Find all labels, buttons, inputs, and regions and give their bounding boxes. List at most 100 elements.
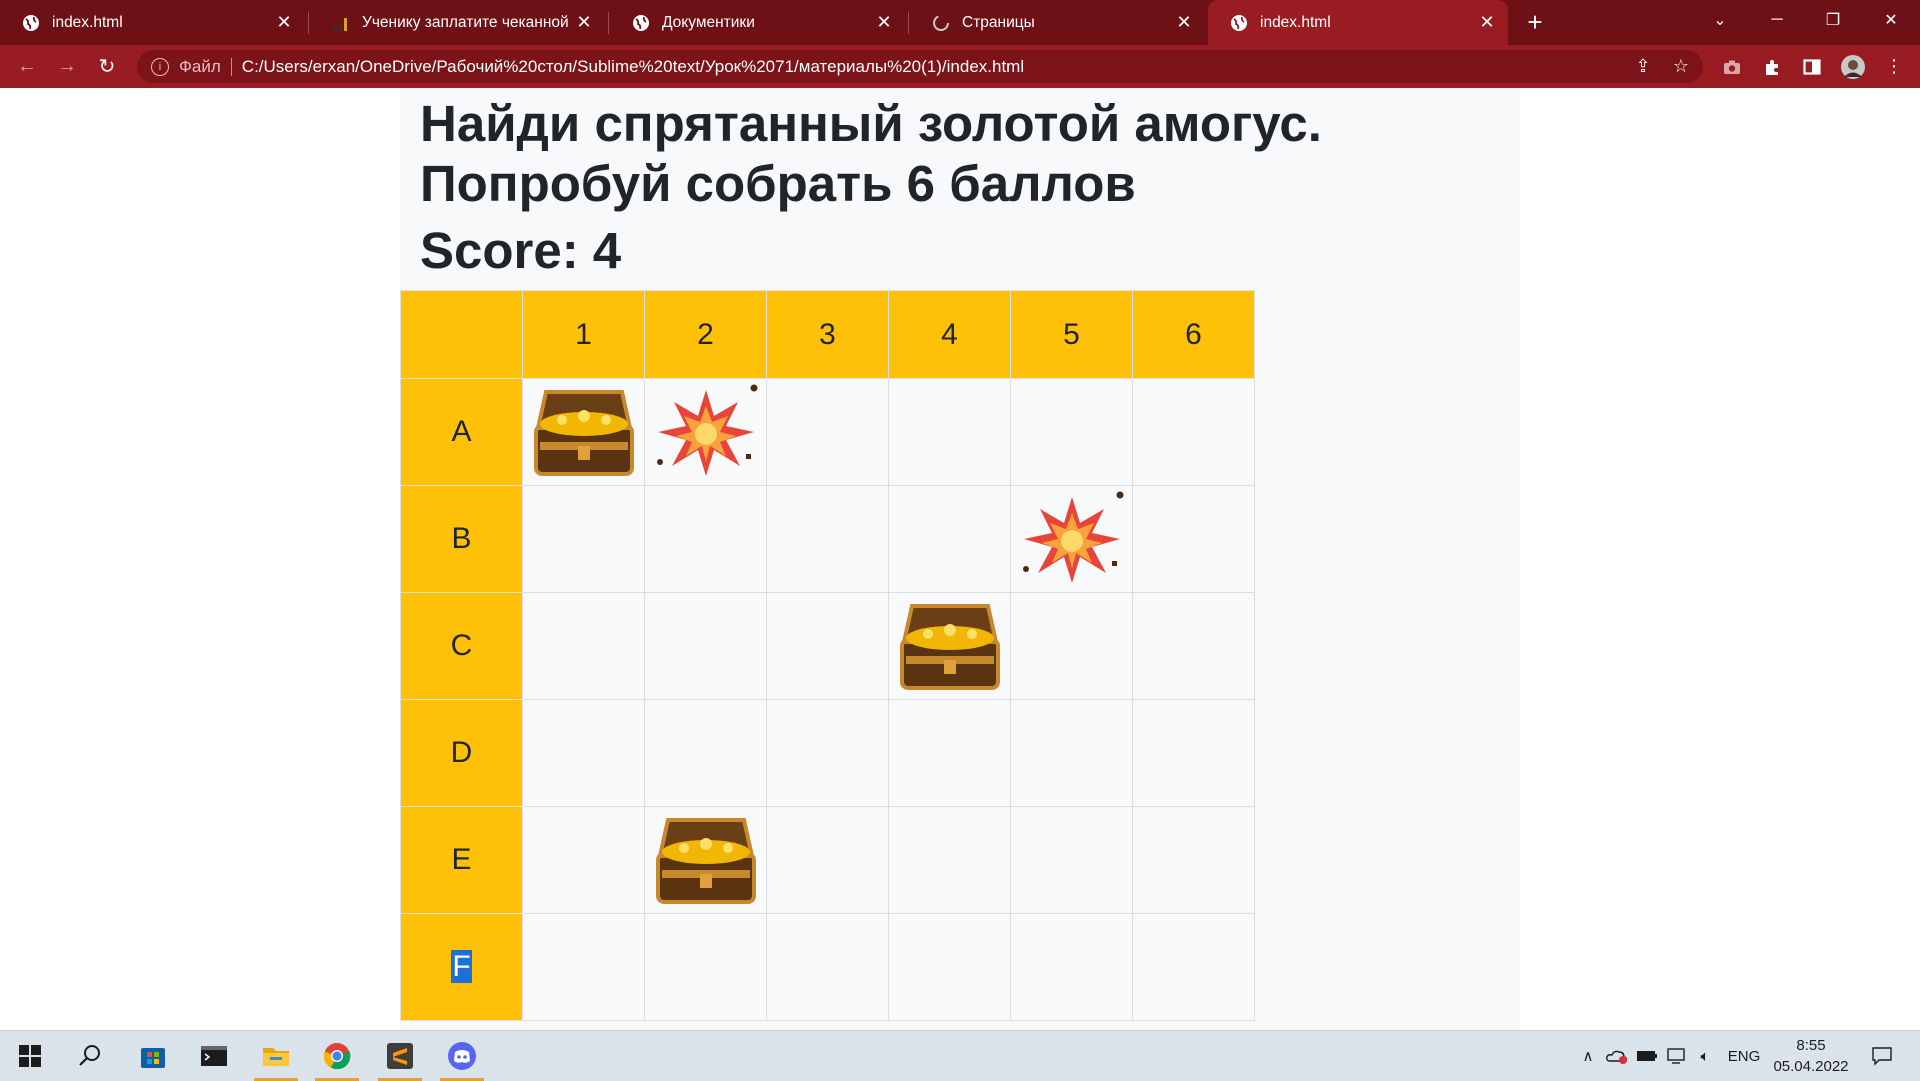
row-label: E [451, 843, 472, 876]
grid-cell[interactable] [522, 806, 645, 914]
grid-cell[interactable] [1132, 592, 1255, 700]
grid-cell[interactable] [1010, 913, 1133, 1021]
clock[interactable]: 8:55 05.04.2022 [1768, 1035, 1854, 1077]
show-hidden-icons-icon[interactable]: ∧ [1576, 1031, 1600, 1081]
grid-cell[interactable] [888, 378, 1011, 486]
chrome-icon[interactable] [307, 1031, 367, 1081]
tab-index-html-active[interactable]: index.html ✕ [1208, 0, 1508, 45]
discord-icon[interactable] [432, 1031, 492, 1081]
restore-icon[interactable]: ❐ [1808, 0, 1858, 40]
grid-cell[interactable] [1010, 806, 1133, 914]
grid-cell[interactable] [1010, 378, 1133, 486]
treasure-chest-icon [899, 604, 1000, 690]
grid-cell[interactable] [522, 913, 645, 1021]
tab-documents[interactable]: Документики ✕ [610, 0, 905, 45]
language-indicator[interactable]: ENG [1722, 1031, 1766, 1081]
grid-cell[interactable] [644, 699, 767, 807]
explosion-icon [1022, 491, 1123, 583]
grid-cell[interactable] [1132, 378, 1255, 486]
share-icon[interactable]: ⇪ [1627, 45, 1659, 88]
column-header: 3 [766, 290, 889, 379]
grid-cell[interactable] [644, 378, 767, 486]
new-tab-button[interactable]: + [1520, 0, 1550, 45]
close-tab-icon[interactable]: ✕ [269, 12, 299, 33]
globe-icon [633, 14, 649, 31]
onedrive-error-icon[interactable] [1604, 1031, 1630, 1081]
tab-search-icon[interactable]: ⌄ [1695, 0, 1745, 40]
file-explorer-icon[interactable] [246, 1031, 306, 1081]
grid-cell[interactable] [766, 378, 889, 486]
grid-cell[interactable] [1132, 699, 1255, 807]
info-icon[interactable]: i [151, 57, 169, 76]
address-bar[interactable]: i Файл C:/Users/erxan/OneDrive/Рабочий%2… [137, 50, 1703, 83]
notifications-icon[interactable] [1862, 1031, 1902, 1081]
grid-cell[interactable] [766, 699, 889, 807]
column-header: 6 [1132, 290, 1255, 379]
camera-extension-icon[interactable] [1716, 45, 1748, 88]
row-header: D [400, 699, 523, 807]
grid-cell[interactable] [1010, 485, 1133, 593]
close-tab-icon[interactable]: ✕ [1472, 12, 1502, 33]
tab-payment[interactable]: Ученику заплатите чеканной монетой ✕ [310, 0, 605, 45]
close-window-icon[interactable]: ✕ [1866, 0, 1916, 40]
heading-line-2: Попробуй собрать 6 баллов [420, 155, 1136, 212]
grid-cell[interactable] [766, 913, 889, 1021]
menu-dots-icon[interactable]: ⋮ [1878, 45, 1910, 88]
grid-corner-cell [400, 290, 523, 379]
grid-cell[interactable] [644, 592, 767, 700]
tab-index-html-1[interactable]: index.html ✕ [0, 0, 305, 45]
back-icon[interactable]: ← [9, 45, 45, 88]
windows-start-icon[interactable] [0, 1031, 60, 1081]
close-tab-icon[interactable]: ✕ [1169, 12, 1199, 33]
column-header: 2 [644, 290, 767, 379]
grid-cell[interactable] [888, 592, 1011, 700]
grid-row-f: F [400, 913, 1255, 1021]
tab-title: index.html [1260, 13, 1331, 31]
grid-cell[interactable] [766, 592, 889, 700]
sublime-text-icon[interactable] [370, 1031, 430, 1081]
close-tab-icon[interactable]: ✕ [869, 12, 899, 33]
tab-pages[interactable]: Страницы ✕ [910, 0, 1205, 45]
grid-cell[interactable] [888, 699, 1011, 807]
grid-cell[interactable] [766, 806, 889, 914]
url-text[interactable]: C:/Users/erxan/OneDrive/Рабочий%20стол/S… [242, 57, 1024, 77]
grid-cell[interactable] [1132, 913, 1255, 1021]
grid-cell[interactable] [1132, 485, 1255, 593]
browser-toolbar: ← → ↻ i Файл C:/Users/erxan/OneDrive/Раб… [0, 45, 1920, 88]
grid-cell[interactable] [766, 485, 889, 593]
grid-cell[interactable] [522, 592, 645, 700]
forward-icon[interactable]: → [49, 45, 85, 88]
scheme-label: Файл [179, 56, 221, 76]
minimize-icon[interactable]: ─ [1752, 0, 1802, 40]
grid-cell[interactable] [888, 806, 1011, 914]
grid-cell[interactable] [644, 485, 767, 593]
microsoft-store-icon[interactable] [123, 1031, 183, 1081]
profile-avatar[interactable] [1837, 45, 1869, 88]
tab-separator [908, 12, 909, 34]
close-tab-icon[interactable]: ✕ [569, 12, 599, 33]
grid-cell[interactable] [644, 806, 767, 914]
extensions-puzzle-icon[interactable] [1756, 45, 1788, 88]
grid-cell[interactable] [522, 699, 645, 807]
network-icon[interactable] [1664, 1031, 1690, 1081]
terminal-icon[interactable] [184, 1031, 244, 1081]
volume-icon[interactable]: 🔈︎ [1692, 1031, 1718, 1081]
grid-cell[interactable] [522, 485, 645, 593]
bookmark-star-icon[interactable]: ☆ [1665, 45, 1697, 88]
reload-icon[interactable]: ↻ [89, 45, 125, 88]
side-panel-icon[interactable] [1796, 45, 1828, 88]
row-header: B [400, 485, 523, 593]
battery-icon[interactable] [1634, 1031, 1660, 1081]
column-header: 1 [522, 290, 645, 379]
grid-cell[interactable] [522, 378, 645, 486]
search-icon[interactable] [60, 1031, 120, 1081]
tab-title: Ученику заплатите чеканной монетой [362, 13, 569, 31]
grid-cell[interactable] [1010, 592, 1133, 700]
grid-cell[interactable] [888, 913, 1011, 1021]
grid-cell[interactable] [1132, 806, 1255, 914]
grid-cell[interactable] [644, 913, 767, 1021]
grid-cell[interactable] [888, 485, 1011, 593]
score-display: Score: 4 [420, 221, 621, 281]
grid-cell[interactable] [1010, 699, 1133, 807]
page-heading: Найди спрятанный золотой амогус. Попробу… [420, 94, 1322, 214]
